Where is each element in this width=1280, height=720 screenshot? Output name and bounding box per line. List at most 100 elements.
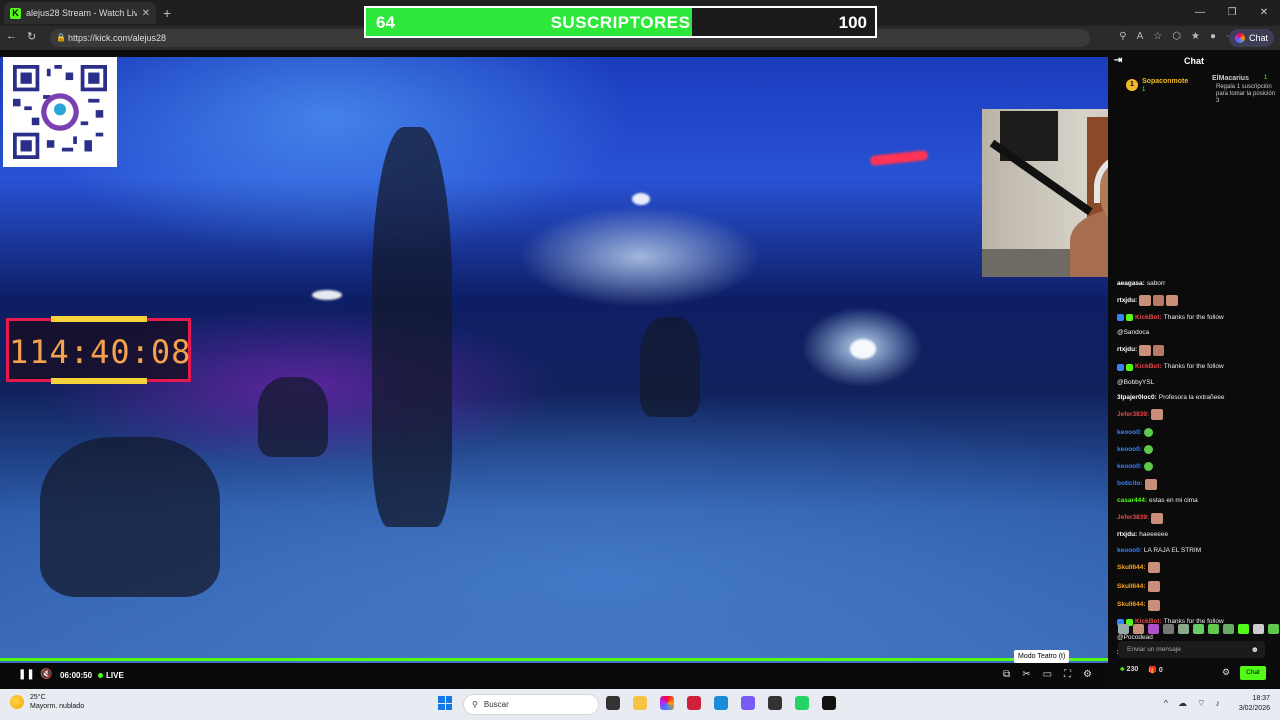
chat-input[interactable]: Enviar un mensaje ☻ (1118, 641, 1265, 658)
chat-username[interactable]: rtxjdu: (1117, 346, 1137, 354)
chat-input-placeholder: Enviar un mensaje (1127, 646, 1181, 653)
edge-icon[interactable] (714, 696, 728, 710)
extensions-icon[interactable]: ⬡ (1172, 31, 1181, 42)
settings-icon[interactable]: ⚙ (1083, 669, 1092, 680)
close-tab-icon[interactable]: ✕ (142, 8, 150, 19)
capcut-icon[interactable] (822, 696, 836, 710)
chat-messages: aeagasa: saborr rtxjdu: KickBot: Thanks for … (1117, 280, 1277, 664)
clock[interactable]: 18:37 3/02/2026 (1239, 694, 1270, 714)
fullscreen-icon[interactable]: ⛶ (1064, 669, 1071, 680)
send-chat-button[interactable]: Chat (1240, 666, 1266, 680)
clip-icon[interactable]: ✂ (1022, 669, 1030, 680)
chat-username[interactable]: Skull644: (1117, 583, 1146, 591)
chat-username[interactable]: KickBot: (1135, 363, 1162, 371)
chat-username[interactable]: aeagasa: (1117, 280, 1145, 288)
chat-title: Chat (1184, 56, 1204, 66)
volume-icon[interactable]: ♪ (1216, 698, 1221, 709)
profile-icon[interactable]: ● (1210, 31, 1216, 42)
new-tab-icon[interactable]: + (163, 5, 171, 21)
emote-shortcut-icon[interactable] (1238, 624, 1249, 634)
leader-user-2[interactable]: ElMacarius (1212, 75, 1249, 82)
kick-logo-icon: K (10, 7, 21, 19)
leader-count-2: 1 (1264, 75, 1268, 81)
chat-username[interactable]: Skull644: (1117, 564, 1146, 572)
emote-shortcut-icon[interactable] (1223, 624, 1234, 634)
emote-shortcut-icon[interactable] (1133, 624, 1144, 634)
person-silhouette (40, 437, 220, 597)
favorites-bar-icon[interactable]: ★ (1191, 31, 1200, 42)
taskbar-search[interactable]: ⚲ Buscar (463, 694, 599, 715)
collapse-chat-icon[interactable]: ⇥ (1114, 50, 1122, 72)
chat-username[interactable]: boticito: (1117, 480, 1143, 488)
favorite-icon[interactable]: ☆ (1153, 31, 1162, 42)
emoji-icon[interactable]: ☻ (1251, 641, 1259, 658)
pip-icon[interactable]: ⧉ (1003, 669, 1010, 680)
chat-username[interactable]: keooo0: (1117, 547, 1142, 555)
chat-username[interactable]: Skull644: (1117, 601, 1146, 609)
gifts[interactable]: 🎁 0 (1148, 666, 1163, 674)
zoom-icon[interactable]: ⚲ (1119, 31, 1126, 42)
tray-chevron-icon[interactable]: ^ (1164, 698, 1168, 709)
chat-username[interactable]: 3lpajer0loc0: (1117, 394, 1157, 402)
chat-message: Skull644: (1117, 580, 1277, 592)
chat-emote-icon (1147, 599, 1160, 611)
channel-points[interactable]: ♣ 230 (1120, 666, 1138, 674)
chat-username[interactable]: Jefer3839: (1117, 411, 1149, 419)
copilot-chat-label: Chat (1248, 33, 1268, 43)
chat-emote-icon (1151, 512, 1164, 524)
chat-username[interactable]: KickBot: (1135, 314, 1162, 322)
seek-bar[interactable] (0, 658, 1108, 661)
back-icon[interactable]: ← (6, 30, 17, 43)
bot-badge-icon (1117, 314, 1124, 322)
chat-settings-icon[interactable]: ⚙ (1222, 667, 1230, 678)
emote-shortcut-icon[interactable] (1208, 624, 1219, 634)
emote-shortcut-icon[interactable] (1148, 624, 1159, 634)
chat-username[interactable]: keooo0: (1117, 463, 1142, 471)
refresh-icon[interactable]: ↻ (27, 30, 36, 43)
subscriber-label: SUSCRIPTORES (550, 13, 691, 32)
chat-text: LA RAJA EL STRIM (1143, 546, 1202, 554)
discord-icon[interactable] (741, 696, 755, 710)
weather-widget[interactable]: 25°C Mayorm. nublado (10, 693, 84, 711)
pause-icon[interactable]: ❚❚ (18, 669, 35, 680)
onedrive-icon[interactable]: ☁ (1178, 698, 1187, 709)
muted-icon[interactable]: 🔇 (40, 669, 52, 680)
chat-emote-icon (1147, 562, 1160, 574)
obs-icon[interactable] (768, 696, 782, 710)
chat-username[interactable]: keooo0: (1117, 446, 1142, 454)
copilot-chat-button[interactable]: Chat (1228, 29, 1274, 47)
task-view-icon[interactable] (606, 696, 620, 710)
copilot-app-icon[interactable] (660, 696, 674, 710)
red-light (869, 149, 929, 167)
whatsapp-icon[interactable] (795, 696, 809, 710)
maximize-icon[interactable]: ❐ (1216, 0, 1248, 26)
emote-shortcut-icon[interactable] (1193, 624, 1204, 634)
subscriber-goal: 100 (838, 13, 867, 32)
chat-username[interactable]: Jefer3839: (1117, 514, 1149, 522)
chat-text: Thanks for the follow (1163, 363, 1224, 371)
chat-username[interactable]: keooo0: (1117, 429, 1142, 437)
minimize-icon[interactable]: — (1184, 0, 1216, 26)
emote-shortcut-icon[interactable] (1163, 624, 1174, 634)
windows-start-icon[interactable] (438, 696, 452, 710)
chat-username[interactable]: rtxjdu: (1117, 531, 1137, 539)
read-aloud-icon[interactable]: A (1137, 31, 1144, 42)
emote-shortcut-icon[interactable] (1118, 624, 1129, 634)
chat-username[interactable]: rtxjdu: (1117, 297, 1137, 305)
emote-bar (1118, 624, 1279, 634)
app-icon[interactable] (687, 696, 701, 710)
file-explorer-icon[interactable] (633, 696, 647, 710)
close-window-icon[interactable]: ✕ (1248, 0, 1280, 26)
chat-username[interactable]: casar444: (1117, 497, 1147, 505)
leader-user-1[interactable]: Sopaconmote (1142, 78, 1188, 85)
emote-shortcut-icon[interactable] (1178, 624, 1189, 634)
clock-time: 18:37 (1252, 695, 1270, 702)
network-icon[interactable]: ⌔ (1197, 698, 1205, 709)
chat-emote-icon (1143, 444, 1153, 454)
theater-mode-icon[interactable]: ▭ (1043, 669, 1052, 680)
search-icon: ⚲ (472, 700, 478, 709)
emote-shortcut-icon[interactable] (1268, 624, 1279, 634)
emote-shortcut-icon[interactable] (1253, 624, 1264, 634)
search-placeholder: Buscar (483, 700, 509, 709)
browser-tab[interactable]: K alejus28 Stream - Watch Live on K ✕ (4, 2, 156, 24)
